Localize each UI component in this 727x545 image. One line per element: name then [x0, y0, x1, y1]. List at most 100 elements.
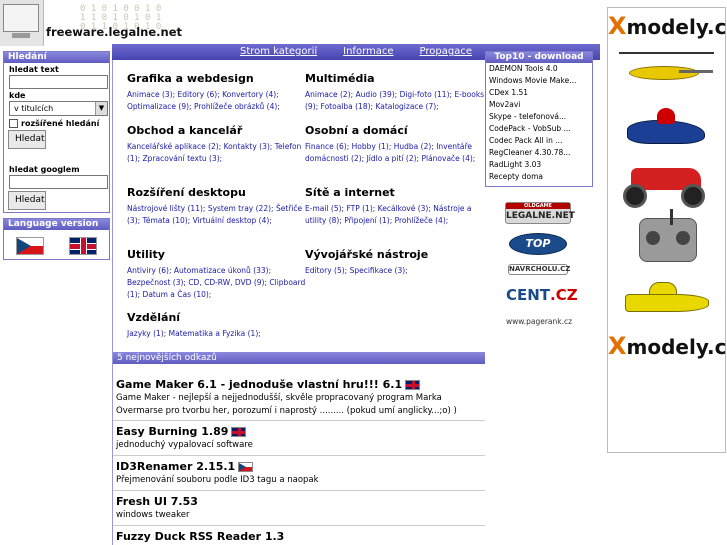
top10-item[interactable]: CDex 1.51 [486, 87, 592, 99]
category-title[interactable]: Grafika a webdesign [127, 72, 307, 85]
category-title[interactable]: Rozšíření desktopu [127, 186, 307, 199]
category-link[interactable]: Témata (10); [143, 216, 191, 225]
jetski-icon [619, 102, 714, 152]
czech-flag-icon[interactable] [16, 237, 45, 255]
category-link[interactable]: Antiviry (6); [127, 266, 172, 275]
search-panel: Hledání hledat text kde v titulcích ▼ ro… [3, 51, 110, 213]
site-title[interactable]: freeware.legalne.net [46, 25, 182, 39]
latest-item-desc: jednoduchý vypalovací software [116, 440, 253, 450]
category-link[interactable]: CD, CD-RW, DVD (9); [188, 278, 267, 287]
navrcholu-badge[interactable]: NAVRCHOLU.CZ [508, 264, 570, 275]
category-title[interactable]: Obchod a kancelář [127, 124, 307, 137]
latest-item-desc: windows tweaker [116, 510, 190, 520]
category-link[interactable]: Nástrojové lišty (11); [127, 204, 205, 213]
search-button[interactable]: Hledat [8, 130, 46, 149]
category-link[interactable]: Editory (5); [305, 266, 347, 275]
ad-logo-x: X [608, 332, 627, 360]
extended-search-label: rozšířené hledání [21, 119, 100, 128]
top10-item[interactable]: DAEMON Tools 4.0 [486, 63, 592, 75]
category-title[interactable]: Sítě a internet [305, 186, 485, 199]
category-title[interactable]: Multimédia [305, 72, 485, 85]
category-link[interactable]: Optimalizace (9); [127, 102, 192, 111]
category-link[interactable]: Bezpečnost (3); [127, 278, 186, 287]
category-link[interactable]: Fotoalba (18); [321, 102, 374, 111]
category-link[interactable]: Animace (3); [127, 90, 175, 99]
top10-item[interactable]: RadLight 3.03 [486, 159, 592, 171]
category-osobni: Osobní a domácí Finance (6); Hobby (1); … [305, 124, 485, 165]
category-link[interactable]: Virtuální desktop (4); [193, 216, 272, 225]
category-link[interactable]: Datum a Čas (10); [143, 290, 212, 299]
category-link[interactable]: System tray (22); [208, 204, 274, 213]
search-where-label: kde [9, 91, 26, 100]
extended-search-checkbox[interactable] [9, 119, 18, 128]
category-link[interactable]: Jazyky (1); [127, 329, 166, 338]
czech-flag-icon [238, 462, 254, 472]
category-link[interactable]: Specifikace (3); [350, 266, 408, 275]
latest-item: Game Maker 6.1 - jednoduše vlastní hru!!… [116, 378, 486, 418]
category-link[interactable]: Hobby (1); [352, 142, 392, 151]
ad-logo-top: Xmodely.cz [608, 12, 727, 40]
helicopter-icon [619, 46, 714, 96]
category-link[interactable]: Prohlížeče (4); [395, 216, 449, 225]
ad-banner[interactable]: Xmodely.cz Xmodely.cz [607, 7, 727, 453]
category-link[interactable]: Katalogizace (7); [375, 102, 438, 111]
top10-item[interactable]: RegCleaner 4.30.78... [486, 147, 592, 159]
category-link[interactable]: Editory (6); [178, 90, 220, 99]
nav-promotion[interactable]: Propagace [407, 44, 485, 60]
category-link[interactable]: E-mail (5); [305, 204, 344, 213]
cent-badge[interactable]: CENT.CZ [506, 283, 578, 308]
category-title[interactable]: Vývojářské nástroje [305, 248, 485, 261]
uk-flag-icon[interactable] [68, 237, 97, 255]
boat-icon [619, 270, 714, 320]
site-logo[interactable] [0, 0, 44, 46]
category-link[interactable]: Hudba (2); [394, 142, 434, 151]
latest-item-title[interactable]: Game Maker 6.1 - jednoduše vlastní hru!!… [116, 378, 402, 392]
ad-logo-text: modely.cz [626, 15, 727, 39]
search-where-value: v titulcích [14, 104, 54, 113]
category-link[interactable]: Kecálkové (3); [378, 204, 431, 213]
top10-item[interactable]: Codec Pack All in ... [486, 135, 592, 147]
category-title[interactable]: Vzdělání [127, 311, 307, 324]
category-link[interactable]: Kontakty (3); [224, 142, 273, 151]
search-where-select[interactable]: v titulcích ▼ [9, 101, 108, 116]
category-link[interactable]: Zpracování textu (3); [143, 154, 223, 163]
top10-item[interactable]: CodePack - VobSub ... [486, 123, 592, 135]
google-search-input[interactable] [9, 175, 108, 189]
category-link[interactable]: Jídlo a pití (2); [367, 154, 420, 163]
google-search-button[interactable]: Hledat [8, 191, 46, 210]
category-title[interactable]: Osobní a domácí [305, 124, 485, 137]
latest-item-title[interactable]: Fuzzy Duck RSS Reader 1.3 [116, 530, 284, 544]
category-link[interactable]: Plánovače (4); [421, 154, 475, 163]
category-link[interactable]: Prohlížeče obrázků (4); [194, 102, 280, 111]
top10-item[interactable]: Recepty doma [486, 171, 592, 183]
category-link[interactable]: Připojení (1); [344, 216, 392, 225]
top10-item[interactable]: Skype - telefonová... [486, 111, 592, 123]
cent-tld: .CZ [550, 286, 578, 304]
search-input[interactable] [9, 75, 108, 89]
page: 0 1 0 1 0 0 1 0 1 1 0 1 0 1 0 1 0 1 1 0 … [0, 0, 727, 545]
remote-control-icon [619, 209, 714, 264]
category-link[interactable]: Konvertory (4); [222, 90, 279, 99]
top-badge[interactable]: TOP [509, 233, 567, 255]
category-link[interactable]: Kancelářské aplikace (2); [127, 142, 221, 151]
oldgame-badge[interactable]: OLDGAME LEGALNE.NET [505, 202, 575, 224]
category-title[interactable]: Utility [127, 248, 307, 261]
latest-item-title[interactable]: ID3Renamer 2.15.1 [116, 460, 235, 474]
extended-search-option[interactable]: rozšířené hledání [9, 119, 109, 128]
category-link[interactable]: Finance (6); [305, 142, 349, 151]
top10-item[interactable]: Mov2avi [486, 99, 592, 111]
category-link[interactable]: Animace (2); [305, 90, 353, 99]
category-link[interactable]: Matematika a Fyzika (1); [169, 329, 261, 338]
category-link[interactable]: Digi-foto (11); [400, 90, 452, 99]
divider [113, 525, 485, 526]
category-link[interactable]: Automatizace úkonů (33); [174, 266, 271, 275]
category-vyvojarske: Vývojářské nástroje Editory (5); Specifi… [305, 248, 485, 277]
category-link[interactable]: Audio (39); [356, 90, 398, 99]
nav-info[interactable]: Informace [330, 44, 406, 60]
category-link[interactable]: FTP (1); [346, 204, 375, 213]
latest-item-title[interactable]: Easy Burning 1.89 [116, 425, 228, 439]
latest-item-title[interactable]: Fresh UI 7.53 [116, 495, 198, 509]
pagerank-badge[interactable]: www.pagerank.cz [506, 317, 572, 326]
top10-item[interactable]: Windows Movie Make... [486, 75, 592, 87]
nav-category-tree[interactable]: Strom kategorií [227, 44, 330, 60]
